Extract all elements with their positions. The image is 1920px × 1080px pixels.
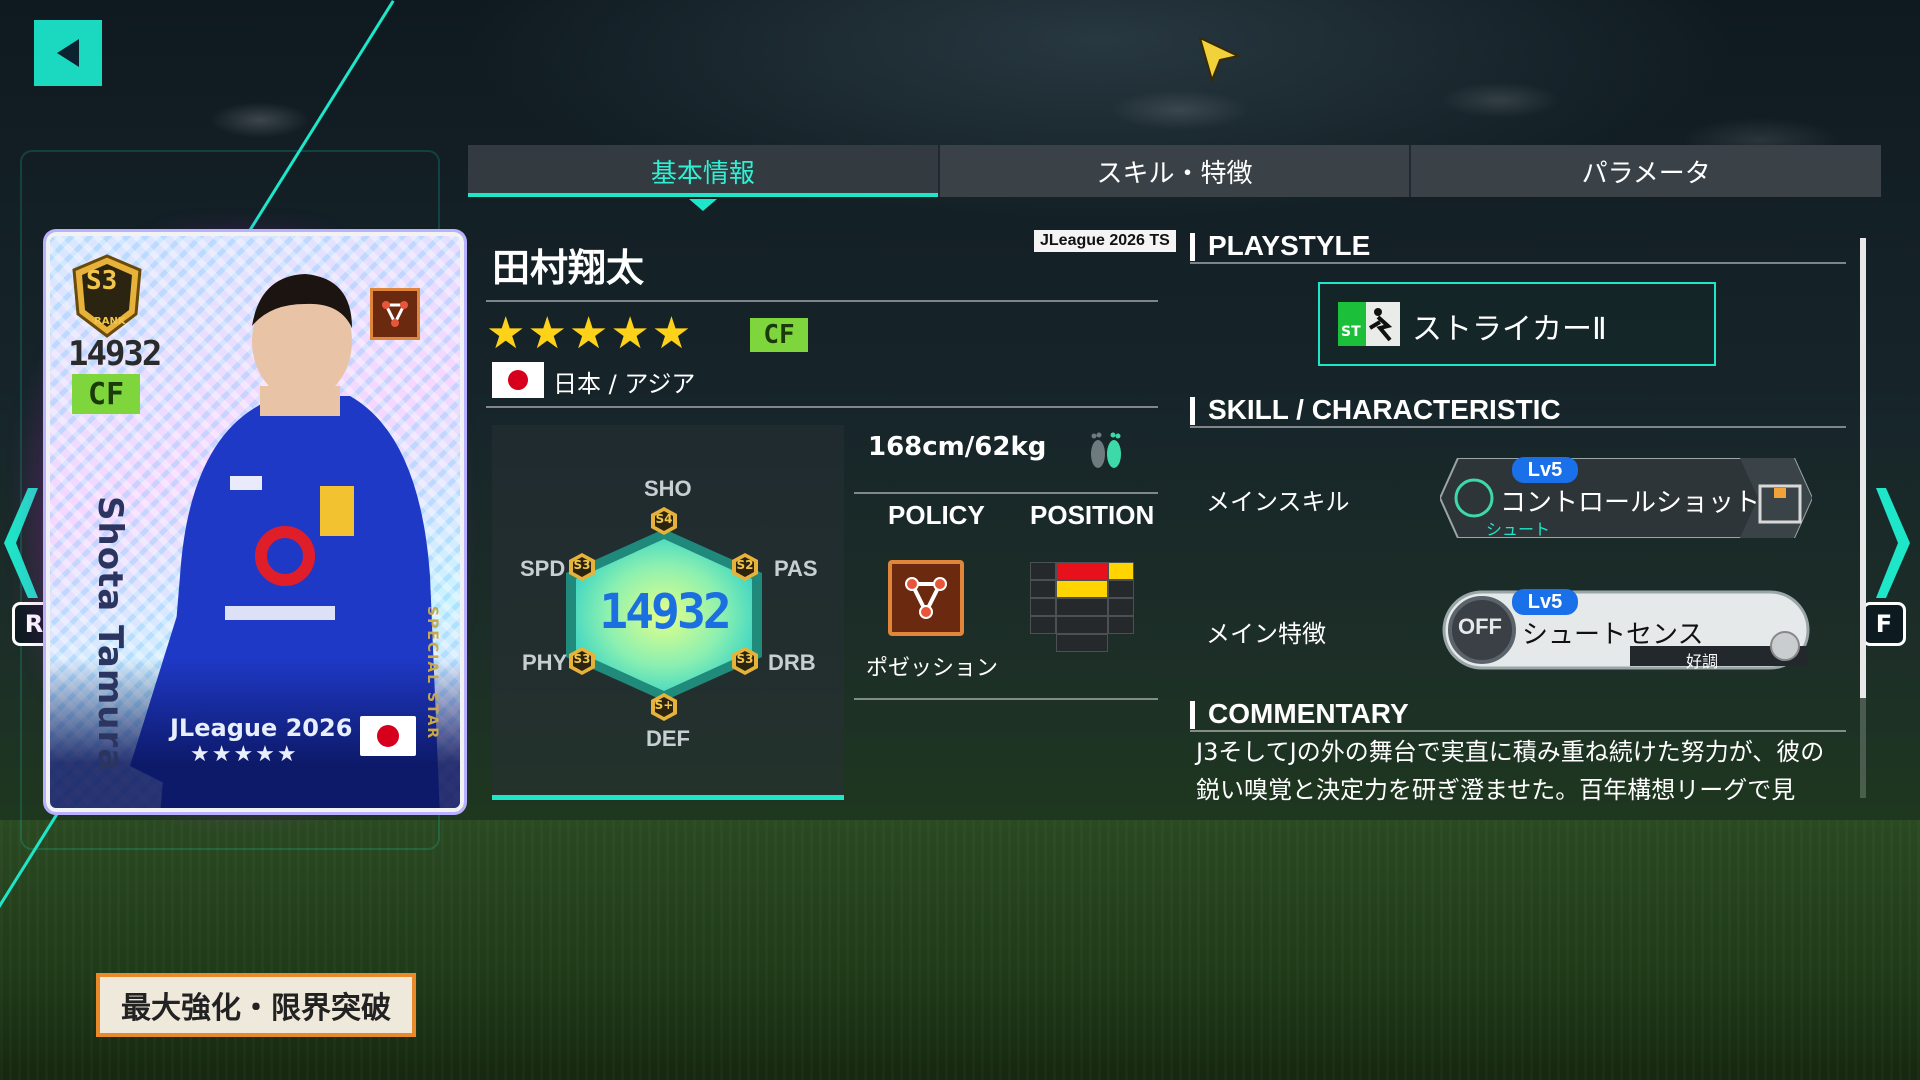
- policy-heading: POLICY: [888, 500, 985, 530]
- grade-badge-sho: S4: [649, 506, 679, 536]
- possession-icon: [888, 560, 964, 636]
- position-heading: POSITION: [1030, 500, 1155, 530]
- main-trait-state: OFF: [1458, 614, 1502, 639]
- pos-cell: [1108, 616, 1134, 634]
- rank-sub-label: RANK: [94, 316, 126, 327]
- main-skill-category: シュート: [1486, 520, 1551, 539]
- card-position-badge: CF: [72, 374, 140, 414]
- pos-cell: [1108, 580, 1134, 598]
- divider: [854, 698, 1158, 700]
- back-button[interactable]: [34, 20, 102, 86]
- edition-tag: JLeague 2026 TS: [1034, 230, 1176, 252]
- grade-def: S+: [654, 698, 674, 712]
- pos-cell: [1030, 616, 1056, 634]
- main-trait-name: シュートセンス: [1522, 620, 1704, 650]
- grade-drb: S3: [736, 652, 754, 666]
- grade-sho: S4: [655, 512, 673, 526]
- pos-cell: [1030, 598, 1056, 616]
- striker-node-icon: [370, 288, 420, 340]
- striker-icon: ST: [1338, 302, 1400, 346]
- divider: [1190, 262, 1846, 264]
- grade-badge-spd: S3: [567, 552, 597, 582]
- rank-label: S3: [86, 266, 118, 296]
- divider: [1190, 426, 1846, 428]
- grade-badge-def: S+: [649, 692, 679, 722]
- next-player-arrow-icon[interactable]: [1874, 488, 1910, 598]
- playstyle-name: ストライカーⅡ: [1412, 312, 1607, 347]
- pos-cell-primary: [1056, 562, 1108, 580]
- player-name: 田村翔太: [492, 246, 645, 290]
- card-player-name: Shota Tamura: [90, 496, 130, 773]
- total-power: 14932: [599, 584, 732, 640]
- pos-cell: [1030, 580, 1056, 598]
- tab-skills[interactable]: スキル・特徴: [937, 145, 1410, 197]
- nationality: 日本 / アジア: [553, 370, 696, 398]
- stat-label-spd: SPD: [520, 556, 566, 581]
- max-upgrade-button[interactable]: 最大強化・限界突破: [96, 973, 416, 1037]
- main-skill-level: Lv5: [1512, 457, 1578, 483]
- grade-badge-pas: S2: [730, 552, 760, 582]
- grade-badge-phy: S3: [567, 646, 597, 676]
- main-trait-level: Lv5: [1512, 589, 1578, 615]
- stat-label-drb: DRB: [768, 650, 816, 675]
- card-stars: ★★★★★: [190, 742, 299, 767]
- main-skill-name: コントロールショット: [1500, 488, 1761, 518]
- japan-flag-icon: [360, 716, 416, 756]
- rarity-stars: ★★★★★: [486, 308, 694, 359]
- pos-cell: [1056, 634, 1108, 652]
- playstyle-heading: PLAYSTYLE: [1190, 230, 1370, 262]
- next-key-hint: F: [1862, 602, 1906, 646]
- pos-cell: [1108, 598, 1134, 616]
- grade-pas: S2: [736, 558, 754, 572]
- playstyle-code: ST: [1341, 324, 1361, 340]
- tab-basic-info[interactable]: 基本情報: [468, 145, 938, 211]
- japan-flag-icon: [492, 362, 544, 398]
- stat-label-def: DEF: [646, 726, 690, 751]
- policy-label: ポゼッション: [866, 656, 999, 681]
- stat-label-phy: PHY: [522, 650, 568, 675]
- pos-cell: [1056, 616, 1108, 634]
- card-overall: 14932: [68, 334, 162, 374]
- main-skill-label: メインスキル: [1206, 488, 1350, 516]
- back-arrow-icon: [57, 39, 79, 67]
- pos-cell-secondary: [1056, 580, 1108, 598]
- divider: [486, 406, 1158, 408]
- divider: [854, 492, 1158, 494]
- commentary-text: J3そしてJの外の舞台で実直に積み重ね続けた努力が、彼の鋭い嗅覚と決定力を研ぎ澄…: [1196, 738, 1825, 804]
- pos-cell: [1030, 562, 1056, 580]
- pos-cell: [1056, 598, 1108, 616]
- scrollbar-thumb[interactable]: [1860, 238, 1866, 698]
- stat-label-sho: SHO: [644, 476, 692, 501]
- grade-badge-drb: S3: [730, 646, 760, 676]
- tab-bar: 基本情報 スキル・特徴 パラメータ: [468, 145, 1881, 211]
- divider: [486, 300, 1158, 302]
- card-special-label: SPECIAL STAR: [424, 606, 440, 741]
- commentary-heading: COMMENTARY: [1190, 698, 1409, 730]
- height-weight: 168cm/62kg: [868, 432, 1047, 462]
- cursor-icon: [1198, 36, 1242, 84]
- main-trait-condition: 好調: [1686, 652, 1719, 671]
- pitch-turf: [0, 820, 1920, 1080]
- position-badge: CF: [750, 318, 808, 352]
- feet-icon: [1091, 432, 1121, 468]
- stat-label-pas: PAS: [774, 556, 818, 581]
- main-trait-label: メイン特徴: [1206, 620, 1326, 648]
- player-card[interactable]: S3 RANK 14932 CF Shota Tamura SPECIAL ST…: [46, 232, 464, 812]
- tab-parameters[interactable]: パラメータ: [1409, 145, 1881, 197]
- grade-spd: S3: [573, 558, 591, 572]
- grade-phy: S3: [573, 652, 591, 666]
- pos-cell-secondary: [1108, 562, 1134, 580]
- divider: [1190, 730, 1846, 732]
- skill-heading: SKILL / CHARACTERISTIC: [1190, 394, 1561, 426]
